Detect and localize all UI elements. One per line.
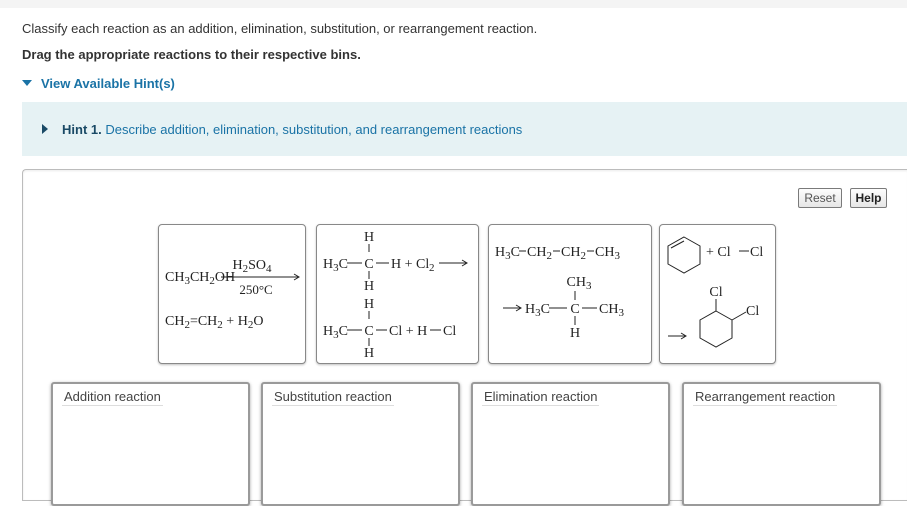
svg-text:C: C bbox=[570, 302, 579, 317]
bin-substitution-reaction[interactable]: Substitution reaction bbox=[261, 382, 460, 506]
svg-text:Cl: Cl bbox=[746, 304, 759, 319]
reaction-ethanol-dehydration-diagram: H2SO4 CH3CH2OH 250°C CH2=CH2 + H2O bbox=[165, 258, 300, 331]
drag-instruction: Drag the appropriate reactions to their … bbox=[22, 47, 361, 62]
svg-text:C: C bbox=[364, 324, 373, 339]
reaction-methane-chlorination-diagram: H H3C C H + Cl 2 H H H3C C Cl + H Cl H bbox=[323, 230, 468, 361]
svg-text:CH3: CH3 bbox=[599, 302, 624, 319]
svg-text:H + Cl: H + Cl bbox=[391, 257, 429, 272]
svg-text:2: 2 bbox=[429, 262, 435, 274]
svg-text:CH3: CH3 bbox=[595, 245, 620, 262]
svg-text:+ Cl: + Cl bbox=[706, 245, 731, 260]
help-button[interactable]: Help bbox=[850, 188, 887, 208]
bin-label: Rearrangement reaction bbox=[693, 388, 838, 406]
svg-text:H3C: H3C bbox=[525, 302, 550, 319]
reaction-card-cyclohexene-chlorination[interactable]: + Cl Cl Cl Cl bbox=[659, 224, 776, 364]
svg-text:Cl: Cl bbox=[750, 245, 763, 260]
svg-text:CH3CH2OH: CH3CH2OH bbox=[165, 270, 235, 287]
svg-text:H: H bbox=[570, 326, 580, 341]
svg-text:CH2: CH2 bbox=[527, 245, 552, 262]
hint-1-number: Hint 1. bbox=[62, 122, 102, 137]
bin-elimination-reaction[interactable]: Elimination reaction bbox=[471, 382, 670, 506]
svg-text:H: H bbox=[364, 230, 374, 245]
reaction-cyclohexene-chlorination-diagram: + Cl Cl Cl Cl bbox=[667, 236, 763, 348]
svg-text:Cl: Cl bbox=[709, 285, 722, 300]
bin-label: Substitution reaction bbox=[272, 388, 394, 406]
bin-rearrangement-reaction[interactable]: Rearrangement reaction bbox=[682, 382, 881, 506]
svg-text:H3C: H3C bbox=[495, 245, 520, 262]
bin-label: Elimination reaction bbox=[482, 388, 600, 406]
hint-1-link[interactable]: Hint 1. Describe addition, elimination, … bbox=[42, 122, 522, 137]
svg-text:CH2=CH2 + H2O: CH2=CH2 + H2O bbox=[165, 314, 263, 331]
svg-text:CH3: CH3 bbox=[567, 275, 592, 292]
svg-text:H3C: H3C bbox=[323, 257, 348, 274]
top-bar bbox=[0, 0, 907, 8]
svg-text:H: H bbox=[364, 279, 374, 294]
reaction-butane-isomerization-diagram: H3C CH2 CH2 CH3 CH3 H3C C CH3 H bbox=[495, 245, 624, 341]
svg-text:Cl: Cl bbox=[443, 324, 456, 339]
svg-text:C: C bbox=[364, 257, 373, 272]
svg-text:H2SO4: H2SO4 bbox=[232, 258, 272, 275]
bin-addition-reaction[interactable]: Addition reaction bbox=[51, 382, 250, 506]
bin-label: Addition reaction bbox=[62, 388, 163, 406]
hint-1-text: Describe addition, elimination, substitu… bbox=[105, 122, 523, 137]
caret-down-icon bbox=[22, 80, 32, 86]
svg-text:250°C: 250°C bbox=[239, 282, 272, 297]
reset-button[interactable]: Reset bbox=[798, 188, 842, 208]
reaction-card-methane-chlorination[interactable]: H H3C C H + Cl 2 H H H3C C Cl + H Cl H bbox=[316, 224, 479, 364]
svg-text:Cl + H: Cl + H bbox=[389, 324, 427, 339]
svg-text:CH2: CH2 bbox=[561, 245, 586, 262]
svg-text:H: H bbox=[364, 346, 374, 361]
view-hints-toggle[interactable]: View Available Hint(s) bbox=[22, 76, 175, 91]
reaction-card-butane-isomerization[interactable]: H3C CH2 CH2 CH3 CH3 H3C C CH3 H bbox=[488, 224, 652, 364]
reaction-card-ethanol-dehydration[interactable]: H2SO4 CH3CH2OH 250°C CH2=CH2 + H2O bbox=[158, 224, 306, 364]
view-hints-label: View Available Hint(s) bbox=[41, 76, 175, 91]
instruction-text: Classify each reaction as an addition, e… bbox=[22, 21, 538, 36]
caret-right-icon bbox=[42, 124, 48, 134]
svg-text:H: H bbox=[364, 297, 374, 312]
svg-text:H3C: H3C bbox=[323, 324, 348, 341]
